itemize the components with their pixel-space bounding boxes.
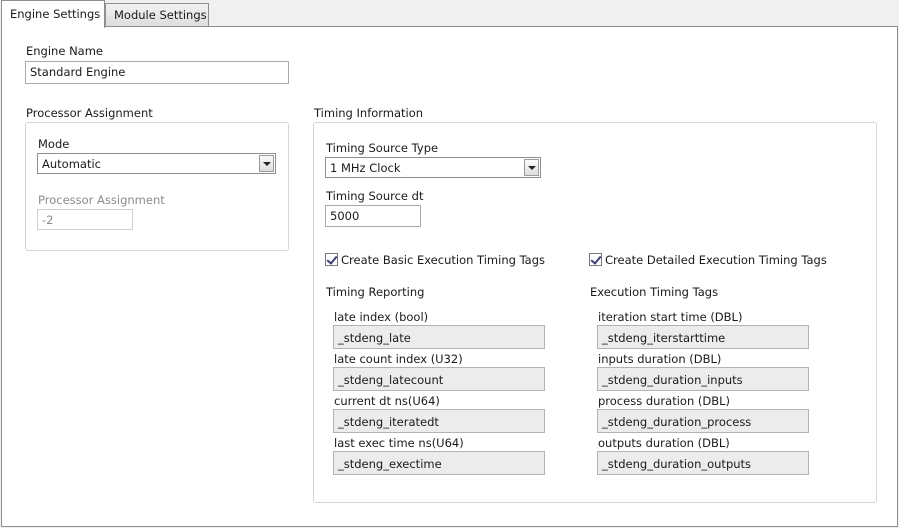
- iteration-start-time-label: iteration start time (DBL): [598, 310, 743, 324]
- tab-module-settings[interactable]: Module Settings: [105, 3, 209, 27]
- timing-information-group-label: Timing Information: [314, 106, 424, 120]
- late-count-index-label: late count index (U32): [334, 352, 463, 366]
- tab-module-settings-label: Module Settings: [114, 8, 207, 22]
- current-dt-label: current dt ns(U64): [334, 394, 440, 408]
- processor-assignment-label: Processor Assignment: [38, 193, 165, 207]
- inputs-duration-label: inputs duration (DBL): [598, 352, 722, 366]
- timing-source-dt-label: Timing Source dt: [326, 189, 424, 203]
- last-exec-time-value: _stdeng_exectime: [333, 451, 545, 475]
- mode-select[interactable]: Automatic: [37, 153, 276, 174]
- process-duration-value: _stdeng_duration_process: [597, 409, 809, 433]
- engine-name-label: Engine Name: [26, 44, 103, 58]
- outputs-duration-value: _stdeng_duration_outputs: [597, 451, 809, 475]
- execution-timing-tags-header: Execution Timing Tags: [590, 285, 719, 299]
- outputs-duration-label: outputs duration (DBL): [598, 436, 730, 450]
- detailed-timing-tags-label[interactable]: Create Detailed Execution Timing Tags: [605, 253, 827, 267]
- mode-label: Mode: [38, 137, 70, 151]
- process-duration-label: process duration (DBL): [598, 394, 731, 408]
- processor-assignment-group-label: Processor Assignment: [26, 106, 153, 120]
- chevron-down-icon[interactable]: [259, 155, 274, 172]
- chevron-down-icon[interactable]: [524, 159, 539, 176]
- tab-engine-settings-label: Engine Settings: [10, 7, 101, 21]
- timing-reporting-header: Timing Reporting: [326, 285, 425, 299]
- timing-source-type-label: Timing Source Type: [326, 141, 439, 155]
- last-exec-time-label: last exec time ns(U64): [334, 436, 464, 450]
- basic-timing-tags-label[interactable]: Create Basic Execution Timing Tags: [341, 253, 545, 267]
- late-count-index-value: _stdeng_latecount: [333, 367, 545, 391]
- late-index-label: late index (bool): [334, 310, 429, 324]
- timing-source-dt-input[interactable]: 5000: [325, 205, 421, 227]
- iteration-start-time-value: _stdeng_iterstarttime: [597, 325, 809, 349]
- late-index-value: _stdeng_late: [333, 325, 545, 349]
- detailed-timing-tags-checkbox[interactable]: [589, 253, 602, 266]
- tab-engine-settings[interactable]: Engine Settings: [1, 0, 105, 28]
- timing-source-type-select[interactable]: 1 MHz Clock: [325, 157, 541, 178]
- current-dt-value: _stdeng_iteratedt: [333, 409, 545, 433]
- basic-timing-tags-checkbox[interactable]: [325, 253, 338, 266]
- mode-select-value: Automatic: [42, 157, 101, 171]
- tab-bar: Engine Settings Module Settings: [0, 0, 899, 28]
- timing-source-type-value: 1 MHz Clock: [330, 161, 401, 175]
- engine-name-input[interactable]: Standard Engine: [25, 61, 289, 84]
- processor-assignment-input[interactable]: -2: [37, 209, 133, 230]
- inputs-duration-value: _stdeng_duration_inputs: [597, 367, 809, 391]
